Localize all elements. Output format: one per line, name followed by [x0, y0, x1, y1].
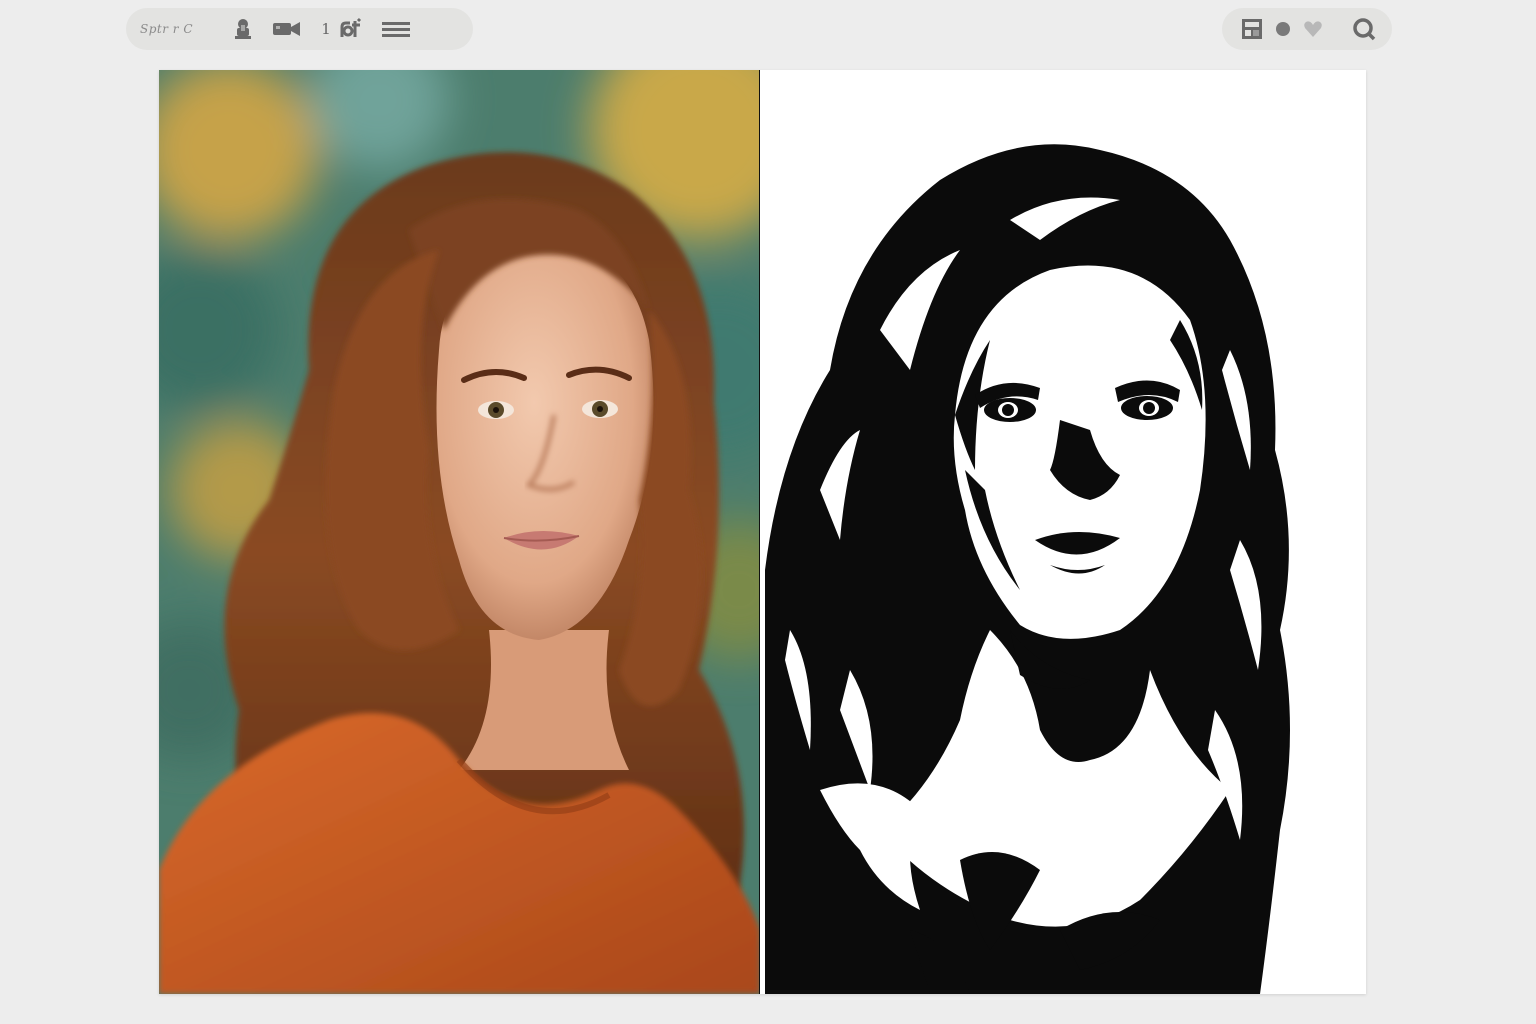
canvas [159, 70, 1366, 994]
right-toolbar [1222, 8, 1392, 50]
menu-icon[interactable] [380, 14, 412, 44]
layout-panel-icon[interactable] [1240, 14, 1264, 44]
video-camera-icon[interactable] [272, 14, 302, 44]
left-toolbar: Sptr r C 1 [126, 8, 473, 50]
stamp-icon[interactable] [228, 14, 258, 44]
page-number: 1 [321, 20, 331, 38]
black-and-white-stencil [760, 70, 1366, 994]
brand-logo-text: Sptr r C [140, 22, 194, 36]
edit-tool-icon[interactable] [336, 14, 366, 44]
color-dot-icon[interactable] [1274, 14, 1292, 44]
heart-icon[interactable] [1302, 14, 1324, 44]
portrait-photo [159, 70, 760, 994]
search-icon[interactable] [1350, 14, 1378, 44]
